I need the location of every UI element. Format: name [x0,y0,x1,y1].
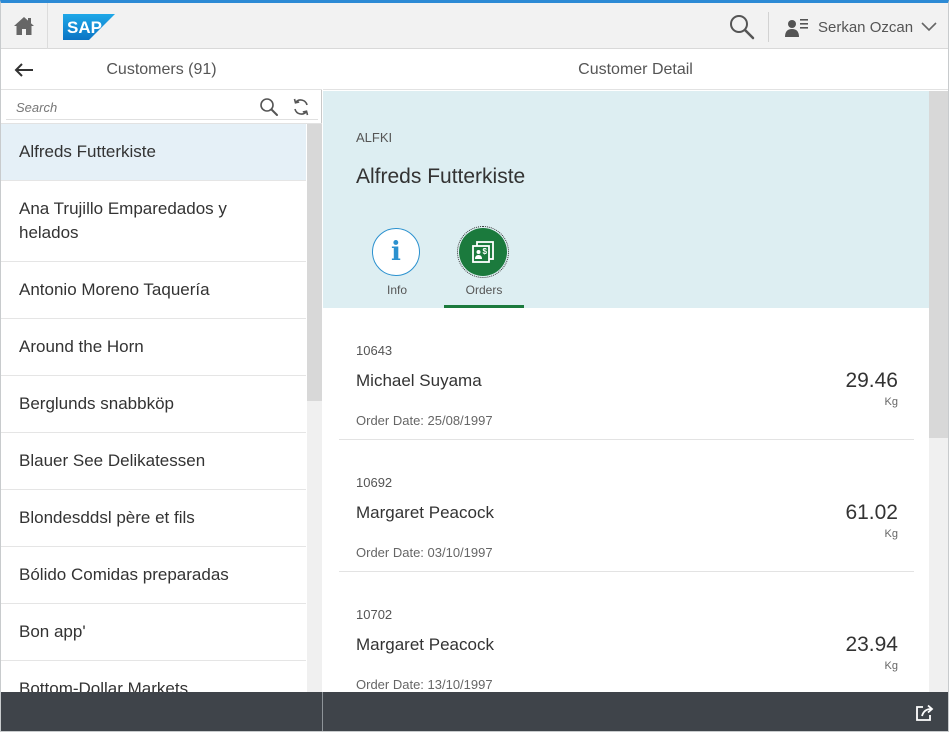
detail-scrollbar[interactable] [929,91,948,692]
master-footer [1,692,322,731]
share-button[interactable] [915,704,935,722]
refresh-button[interactable] [291,97,311,117]
shell-header: SAP Serkan Ozcan [1,3,948,49]
tab-label: Info [386,283,407,297]
order-list-item[interactable]: 10702 Margaret Peacock 23.94 Kg Order Da… [339,572,914,692]
customer-name: Around the Horn [19,337,144,356]
customer-list: Alfreds Futterkiste Ana Trujillo Empared… [1,123,322,692]
user-name: Serkan Ozcan [818,18,914,36]
header-separator [768,12,769,42]
app-frame: SAP Serkan Ozcan Customers (91) Search A… [0,0,949,732]
chevron-down-icon [921,22,937,32]
customer-list-item[interactable]: Blauer See Delikatessen [1,433,306,490]
tab-label: Orders [465,283,503,297]
order-id: 10643 [356,343,393,358]
order-id: 10692 [356,475,393,490]
customer-name: Bon app' [19,622,86,641]
customer-list-item[interactable]: Berglunds snabbköp [1,376,306,433]
customer-name: Bólido Comidas preparadas [19,565,229,584]
order-employee: Michael Suyama [356,371,482,390]
order-unit: Kg [884,528,898,540]
tab-orders[interactable]: $ Orders [444,226,524,308]
object-header: ALFKI Alfreds Futterkiste i Info $ Order… [323,91,929,308]
customer-name: Alfreds Futterkiste [19,142,156,161]
customer-name: Berglunds snabbköp [19,394,175,413]
customer-id: ALFKI [356,130,393,145]
order-employee: Margaret Peacock [356,503,494,522]
customer-list-item[interactable]: Around the Horn [1,319,306,376]
sap-logo-text: SAP [67,18,102,37]
search-icon [260,98,278,116]
orders-icon: $ [457,226,509,278]
tab-info[interactable]: i Info [357,226,437,308]
search-submit-button[interactable] [259,97,279,117]
customer-name: Bottom-Dollar Markets [19,679,189,692]
order-list-item[interactable]: 10643 Michael Suyama 29.46 Kg Order Date… [339,308,914,440]
svg-text:$: $ [483,247,488,256]
customer-name: Antonio Moreno Taquería [19,280,210,299]
customer-list-item[interactable]: Blondesddsl père et fils [1,490,306,547]
order-date: Order Date: 25/08/1997 [356,413,493,428]
customer-list-item[interactable]: Bottom-Dollar Markets [1,661,306,692]
order-date: Order Date: 03/10/1997 [356,545,493,560]
info-icon: i [372,228,420,276]
order-id: 10702 [356,607,393,622]
customer-list-item[interactable]: Alfreds Futterkiste [1,124,306,181]
order-amount: 23.94 [845,633,898,656]
customer-name: Blauer See Delikatessen [19,451,206,470]
master-panel: Customers (91) Alfreds Fut [1,49,322,692]
detail-footer [323,692,948,731]
customer-list-item[interactable]: Antonio Moreno Taquería [1,262,306,319]
customer-list-item[interactable]: Bon app' [1,604,306,661]
master-title: Customers (91) [106,61,217,78]
order-amount: 61.02 [845,501,898,524]
user-menu[interactable]: Serkan Ozcan [785,12,937,42]
sap-logo: SAP [63,14,115,40]
order-unit: Kg [884,396,898,408]
master-header: Customers (91) [1,49,322,90]
customer-name: Ana Trujillo Emparedados y helados [19,199,227,242]
orders-list: 10643 Michael Suyama 29.46 Kg Order Date… [339,308,914,692]
order-date: Order Date: 13/10/1997 [356,677,493,692]
search-input[interactable] [6,94,256,120]
order-list-item[interactable]: 10692 Margaret Peacock 61.02 Kg Order Da… [339,440,914,572]
customer-name: Blondesddsl père et fils [19,508,195,527]
order-unit: Kg [884,660,898,672]
master-scrollbar[interactable] [307,124,322,692]
detail-header: Customer Detail [323,49,948,90]
order-employee: Margaret Peacock [356,635,494,654]
customer-title: Alfreds Futterkiste [356,165,526,188]
search-bar [6,94,318,120]
order-amount: 29.46 [845,369,898,392]
detail-panel: Customer Detail ALFKI Alfreds Futterkist… [323,49,948,692]
customer-list-item[interactable]: Ana Trujillo Emparedados y helados [1,181,306,262]
search-icon [730,15,755,40]
header-separator [47,3,48,49]
user-icon [785,19,808,37]
home-button[interactable] [11,13,37,39]
detail-title: Customer Detail [578,61,693,78]
customer-list-item[interactable]: Bólido Comidas preparadas [1,547,306,604]
scrollbar-thumb[interactable] [929,91,948,438]
share-icon [916,704,934,721]
home-icon [14,17,34,35]
refresh-icon [293,98,309,116]
scrollbar-thumb[interactable] [307,124,322,401]
shell-search-button[interactable] [729,14,755,40]
